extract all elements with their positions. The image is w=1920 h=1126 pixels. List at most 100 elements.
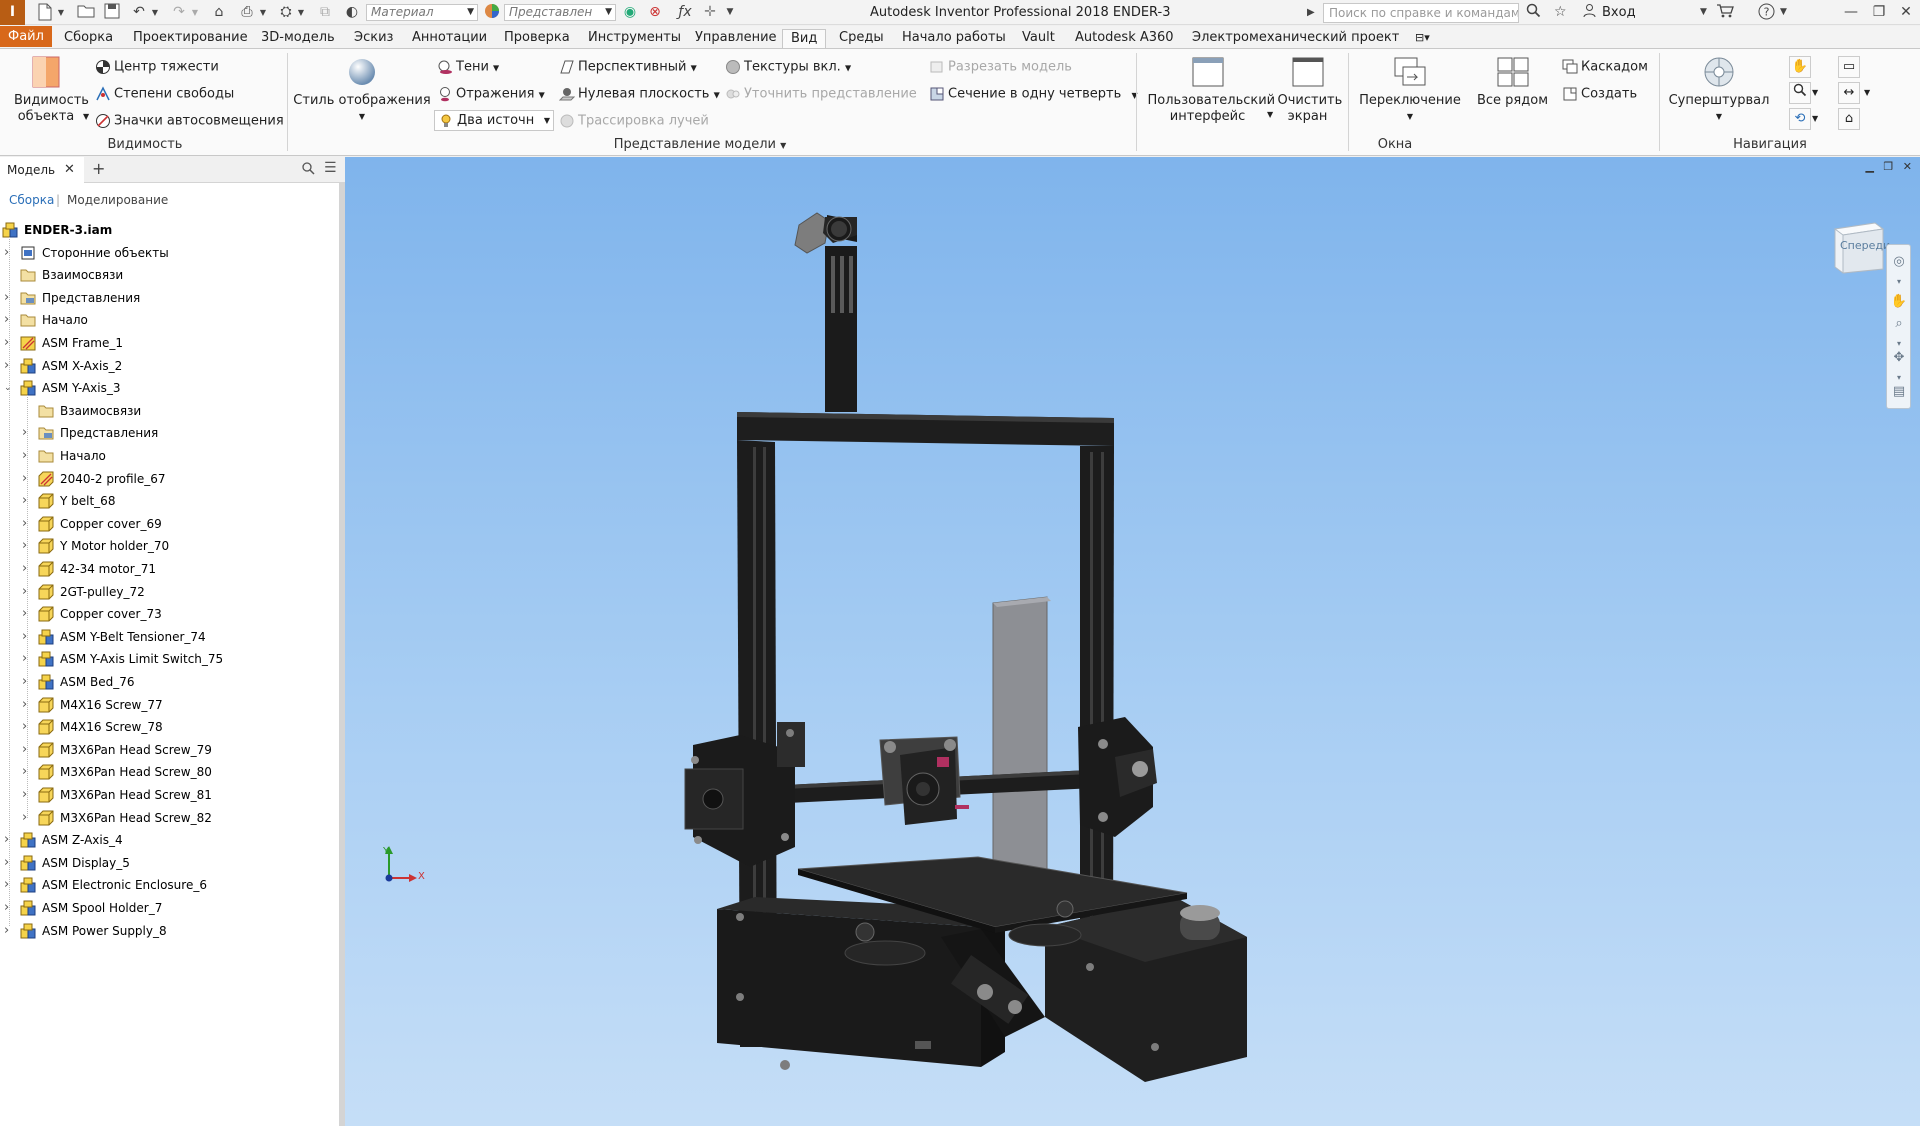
tree-node[interactable]: › ASM Electronic Enclosure_6: [0, 874, 339, 896]
representation-dropdown[interactable]: Представлен ▼: [504, 4, 616, 21]
new-window-button[interactable]: Создать: [1562, 86, 1637, 103]
tree-node[interactable]: › M4X16 Screw_78: [0, 716, 339, 738]
tree-node[interactable]: › ASM Display_5: [0, 852, 339, 874]
tree-node[interactable]: › Y belt_68: [0, 490, 339, 512]
graphics-viewport[interactable]: ▁ ❐ ✕ Спереди ◎ ▾ ✋ ⌕ ▾ ✥ ▾ ▤ Y X: [345, 157, 1920, 1126]
material-dropdown[interactable]: Материал ▼: [366, 4, 478, 21]
add-browser-tab-icon[interactable]: +: [92, 157, 105, 181]
new-file-dropdown-icon[interactable]: ▼: [56, 3, 66, 22]
close-window-icon[interactable]: ✕: [1897, 3, 1915, 22]
steering-wheels-button[interactable]: Суперштурвал ▼: [1664, 55, 1774, 125]
home-icon[interactable]: ⌂: [210, 3, 228, 22]
pan-hand-icon[interactable]: ✋: [1789, 56, 1811, 78]
select-priority-icon[interactable]: ⧉: [316, 3, 334, 22]
tree-node[interactable]: › 2040-2 profile_67: [0, 468, 339, 490]
tab-get-started[interactable]: Начало работы: [900, 29, 1008, 48]
reflections-dropdown[interactable]: Отражения ▼: [437, 86, 545, 104]
open-folder-icon[interactable]: [76, 3, 96, 22]
tree-node[interactable]: ENDER-3.iam: [0, 219, 339, 241]
shopping-cart-icon[interactable]: [1716, 3, 1734, 22]
update-dropdown-icon[interactable]: ▼: [296, 3, 306, 22]
tab-view[interactable]: Вид: [782, 29, 827, 48]
undo-dropdown-icon[interactable]: ▼: [150, 3, 160, 22]
search-icon[interactable]: [1526, 3, 1541, 22]
model-representation-group-label[interactable]: Представление модели ▼: [600, 137, 800, 152]
search-icon[interactable]: [302, 162, 315, 179]
look-at-icon[interactable]: ▤: [1890, 383, 1908, 401]
user-interface-button[interactable]: Пользовательский интерфейс: [1145, 55, 1275, 125]
perspective-dropdown[interactable]: Перспективный ▼: [559, 59, 697, 77]
tab-3d-model[interactable]: 3D-модель: [259, 29, 337, 48]
tree-node[interactable]: › Представления: [0, 287, 339, 309]
tab-file[interactable]: Файл: [0, 26, 52, 47]
tree-node[interactable]: › ASM Bed_76: [0, 671, 339, 693]
tab-design[interactable]: Проектирование: [131, 29, 250, 48]
update-icon[interactable]: ⛭: [277, 3, 295, 22]
print-dropdown-icon[interactable]: ▼: [258, 3, 268, 22]
pan-hand-icon[interactable]: ✋: [1890, 293, 1908, 311]
tree-node[interactable]: Взаимосвязи: [0, 400, 339, 422]
slice-model-button[interactable]: Разрезать модель: [929, 59, 1072, 76]
visual-style-button[interactable]: Стиль отображения ▼: [292, 55, 432, 125]
measure-icon[interactable]: ✛: [700, 3, 720, 22]
steering-wheel-nav-icon[interactable]: ◎: [1890, 253, 1908, 271]
tree-node[interactable]: › Copper cover_69: [0, 513, 339, 535]
sign-in-link[interactable]: Вход: [1602, 5, 1636, 20]
user-icon[interactable]: [1582, 3, 1597, 22]
zoom-icon[interactable]: ⌕: [1890, 315, 1908, 333]
object-visibility-button[interactable]: Видимость объекта: [6, 55, 89, 125]
tab-vault[interactable]: Vault: [1020, 29, 1057, 48]
tree-node[interactable]: › 42-34 motor_71: [0, 558, 339, 580]
tree-node[interactable]: › M3X6Pan Head Screw_79: [0, 739, 339, 761]
ender-3-printer-model[interactable]: [345, 157, 1920, 1126]
tree-node[interactable]: › ASM X-Axis_2: [0, 355, 339, 377]
chevron-down-icon[interactable]: ▾: [1890, 273, 1908, 291]
tab-assemble[interactable]: Сборка: [62, 29, 115, 48]
tree-node[interactable]: › Y Motor holder_70: [0, 535, 339, 557]
tile-windows-button[interactable]: Все рядом: [1470, 55, 1555, 109]
help-dropdown-icon[interactable]: ▼: [1780, 3, 1787, 22]
color-ball-icon[interactable]: [482, 3, 502, 22]
center-of-gravity-toggle[interactable]: Центр тяжести: [95, 59, 219, 76]
ribbon-display-options-icon[interactable]: ⊟▾: [1413, 29, 1432, 48]
shadows-dropdown[interactable]: Тени ▼: [437, 59, 499, 77]
clear-appearance-icon[interactable]: ⊗: [645, 3, 665, 22]
redo-icon[interactable]: ↷: [170, 3, 188, 22]
visual-style-dropdown-icon[interactable]: ▼: [292, 109, 432, 125]
quarter-section-dropdown[interactable]: Сечение в одну четверть ▼: [929, 86, 1138, 104]
viewcube-front-label[interactable]: Спереди: [1840, 239, 1890, 252]
undo-icon[interactable]: ↶: [130, 3, 148, 22]
tree-node[interactable]: › Copper cover_73: [0, 603, 339, 625]
parameters-fx-icon[interactable]: ƒx: [676, 3, 694, 22]
tree-node[interactable]: › M3X6Pan Head Screw_80: [0, 761, 339, 783]
tree-node[interactable]: › Начало: [0, 445, 339, 467]
home-view-icon[interactable]: ⌂: [1838, 108, 1860, 130]
redo-dropdown-icon[interactable]: ▼: [190, 3, 200, 22]
tree-node[interactable]: › ASM Frame_1: [0, 332, 339, 354]
zoom-dropdown-icon[interactable]: ▼: [1812, 85, 1818, 101]
customize-toolbar-icon[interactable]: ▼: [724, 3, 736, 22]
orbit-dropdown-icon[interactable]: ▼: [1812, 111, 1818, 127]
tab-tools[interactable]: Инструменты: [586, 29, 683, 48]
appearance-globe-icon[interactable]: ◐: [342, 3, 362, 22]
degrees-of-freedom-toggle[interactable]: Степени свободы: [95, 86, 234, 103]
favorites-star-icon[interactable]: ☆: [1554, 3, 1567, 22]
textures-dropdown[interactable]: Текстуры вкл. ▼: [725, 59, 851, 77]
restore-window-icon[interactable]: ❐: [1870, 3, 1888, 22]
save-icon[interactable]: [103, 3, 121, 22]
tree-node[interactable]: › Сторонние объекты: [0, 242, 339, 264]
help-search-input[interactable]: Поиск по справке и командам: [1323, 3, 1519, 23]
switch-window-button[interactable]: Переключение ▼: [1355, 55, 1465, 125]
tree-node[interactable]: › ASM Y-Belt Tensioner_74: [0, 626, 339, 648]
tab-a360[interactable]: Autodesk A360: [1073, 29, 1176, 48]
autolimit-icons-toggle[interactable]: Значки автосовмещения: [95, 113, 284, 130]
full-navigation-dropdown-icon[interactable]: ▼: [1864, 85, 1870, 101]
clean-screen-button[interactable]: Очистить экран: [1275, 55, 1342, 125]
refine-representation-button[interactable]: Уточнить представление: [725, 86, 917, 103]
modeling-mode-link[interactable]: Моделирование: [67, 189, 168, 211]
print-icon[interactable]: ⎙: [238, 3, 256, 22]
expand-search-icon[interactable]: ▶: [1307, 3, 1315, 22]
help-icon[interactable]: ?: [1758, 3, 1775, 22]
tab-environments[interactable]: Среды: [837, 29, 886, 48]
tab-electromechanical[interactable]: Электромеханический проект: [1190, 29, 1401, 48]
